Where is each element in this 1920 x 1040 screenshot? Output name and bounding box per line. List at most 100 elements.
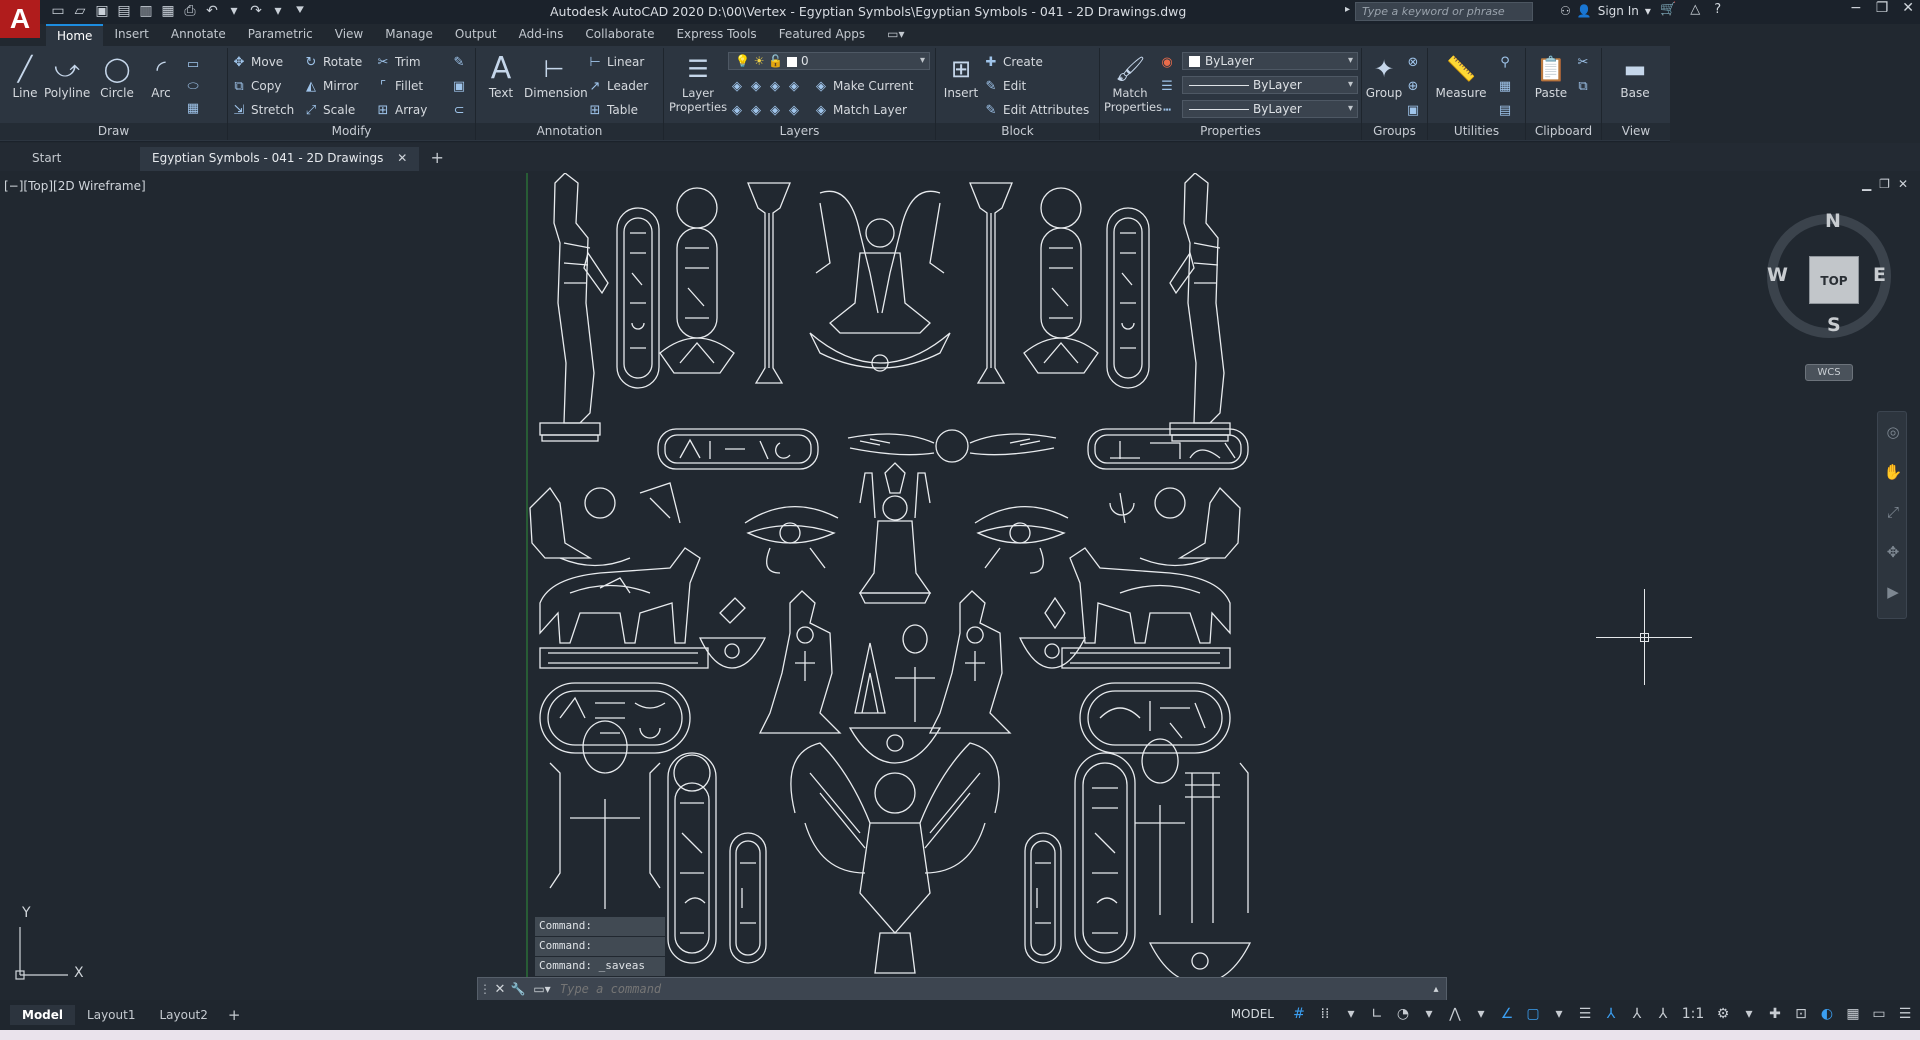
cut-icon[interactable]: ✂ bbox=[1576, 52, 1590, 72]
polar-icon[interactable]: ◔ bbox=[1394, 1004, 1412, 1024]
calculator-icon[interactable]: ▤ bbox=[1498, 100, 1512, 120]
tab-output[interactable]: Output bbox=[444, 24, 508, 46]
tab-express-tools[interactable]: Express Tools bbox=[665, 24, 767, 46]
tab-model[interactable]: Model bbox=[10, 1005, 76, 1025]
utilities-panel-title[interactable]: Utilities bbox=[1428, 123, 1525, 140]
draw-panel-title[interactable]: Draw bbox=[0, 123, 227, 140]
tab-drawing[interactable]: Egyptian Symbols - 041 - 2D Drawings ✕ bbox=[140, 147, 420, 171]
close-tab-icon[interactable]: ✕ bbox=[397, 151, 407, 165]
layer-properties-button[interactable]: ☰ Layer Properties bbox=[668, 54, 728, 114]
explode-icon[interactable]: ▣ bbox=[452, 76, 466, 96]
steering-wheel-icon[interactable]: ◎ bbox=[1878, 412, 1908, 452]
new-file-icon[interactable]: ▭ bbox=[50, 2, 66, 20]
edit-block-button[interactable]: ✎ Edit bbox=[984, 76, 1027, 96]
isodraft-dropdown-icon[interactable]: ▾ bbox=[1472, 1004, 1490, 1024]
wcs-menu[interactable]: WCS bbox=[1805, 364, 1853, 381]
command-line-grip-icon[interactable]: ⋮ bbox=[478, 982, 492, 996]
layers-panel-title[interactable]: Layers bbox=[664, 123, 935, 140]
copy-clip-icon[interactable]: ⧉ bbox=[1576, 76, 1590, 96]
linetype-icon[interactable]: ┅ bbox=[1160, 100, 1174, 120]
redo-icon[interactable]: ↷ bbox=[248, 2, 264, 20]
grid-icon[interactable]: # bbox=[1290, 1004, 1308, 1024]
viewcube-south[interactable]: S bbox=[1827, 314, 1841, 336]
tab-annotate[interactable]: Annotate bbox=[160, 24, 237, 46]
copy-button[interactable]: ⧉ Copy bbox=[232, 76, 281, 96]
viewcube-north[interactable]: N bbox=[1825, 210, 1841, 232]
add-layout-button[interactable]: + bbox=[220, 1003, 249, 1027]
annotation-scale-icon[interactable]: ⅄ bbox=[1654, 1004, 1672, 1024]
viewcube-top-face[interactable]: TOP bbox=[1809, 256, 1859, 304]
ellipse-icon[interactable]: ⬭ bbox=[186, 76, 200, 96]
modify-panel-title[interactable]: Modify bbox=[228, 123, 475, 140]
web-mobile-save-icon[interactable]: ▦ bbox=[160, 2, 176, 20]
object-snap-tracking-icon[interactable]: ∠ bbox=[1498, 1004, 1516, 1024]
save-as-icon[interactable]: ▤ bbox=[116, 2, 132, 20]
tab-layout1[interactable]: Layout1 bbox=[75, 1005, 147, 1025]
units-icon[interactable]: ⊡ bbox=[1792, 1004, 1810, 1024]
search-expand-icon[interactable]: ▸ bbox=[1345, 4, 1350, 15]
open-folder-icon[interactable]: ▱ bbox=[72, 2, 88, 20]
layer-tools-row1[interactable]: ◈ ◈ ◈ ◈ bbox=[730, 76, 801, 96]
block-panel-title[interactable]: Block bbox=[936, 123, 1099, 140]
new-tab-button[interactable]: + bbox=[425, 147, 449, 171]
match-properties-button[interactable]: 🖌 Match Properties bbox=[1104, 54, 1162, 114]
restore-icon[interactable]: ❐ bbox=[1876, 0, 1889, 16]
fillet-button[interactable]: ⌜ Fillet bbox=[376, 76, 423, 96]
lineweight-toggle-icon[interactable]: ☰ bbox=[1576, 1004, 1594, 1024]
group-select-icon[interactable]: ▣ bbox=[1406, 100, 1420, 120]
tab-view[interactable]: View bbox=[324, 24, 374, 46]
viewcube-east[interactable]: E bbox=[1873, 264, 1886, 286]
annotation-monitor-icon[interactable]: ✚ bbox=[1766, 1004, 1784, 1024]
match-layer-button[interactable]: ◈ Match Layer bbox=[814, 100, 907, 120]
clipboard-panel-title[interactable]: Clipboard bbox=[1526, 123, 1601, 140]
model-space-toggle[interactable]: MODEL bbox=[1231, 1007, 1274, 1021]
ribbon-view-toggle-icon[interactable]: ▭▾ bbox=[876, 24, 915, 46]
tab-start[interactable]: Start bbox=[20, 147, 140, 171]
viewport-controls-label[interactable]: [−][Top][2D Wireframe] bbox=[4, 179, 146, 193]
array-button[interactable]: ⊞ Array bbox=[376, 100, 428, 120]
plot-icon[interactable]: ⎙ bbox=[182, 2, 198, 20]
rectangle-icon[interactable]: ▭ bbox=[186, 54, 200, 74]
tab-parametric[interactable]: Parametric bbox=[237, 24, 324, 46]
layer-tools-row2[interactable]: ◈ ◈ ◈ ◈ bbox=[730, 100, 801, 120]
clean-screen-icon[interactable]: ▭ bbox=[1870, 1004, 1888, 1024]
line-button[interactable]: ╱ Line bbox=[2, 54, 48, 100]
command-history-toggle-icon[interactable]: ▴ bbox=[1426, 984, 1446, 995]
lineweight-dropdown[interactable]: ByLayer bbox=[1182, 100, 1358, 118]
text-button[interactable]: A Text bbox=[478, 54, 524, 101]
ortho-icon[interactable]: ∟ bbox=[1368, 1004, 1386, 1024]
tab-insert[interactable]: Insert bbox=[103, 24, 159, 46]
erase-icon[interactable]: ✎ bbox=[452, 52, 466, 72]
chevron-down-icon[interactable]: ▾ bbox=[1645, 4, 1651, 18]
rotate-button[interactable]: ↻ Rotate bbox=[304, 52, 363, 72]
viewcube[interactable]: N S E W TOP bbox=[1767, 210, 1891, 338]
pan-icon[interactable]: ✋ bbox=[1878, 452, 1908, 492]
help-icon[interactable]: ? bbox=[1714, 2, 1721, 17]
snap-dropdown-icon[interactable]: ▾ bbox=[1342, 1004, 1360, 1024]
tab-manage[interactable]: Manage bbox=[374, 24, 444, 46]
web-mobile-open-icon[interactable]: ▥ bbox=[138, 2, 154, 20]
auto-scale-icon[interactable]: ⅄ bbox=[1628, 1004, 1646, 1024]
tab-collaborate[interactable]: Collaborate bbox=[574, 24, 665, 46]
object-snap-dropdown-icon[interactable]: ▾ bbox=[1550, 1004, 1568, 1024]
sign-in-button[interactable]: ⚇ 👤 Sign In ▾ bbox=[1560, 4, 1651, 18]
command-line-close-icon[interactable]: ✕ bbox=[492, 982, 508, 997]
drawing-area[interactable]: [−][Top][2D Wireframe] ▁ ❐ ✕ N S E W TOP… bbox=[0, 171, 1920, 1001]
close-icon[interactable]: ✕ bbox=[1902, 0, 1914, 16]
stretch-button[interactable]: ⇲ Stretch bbox=[232, 100, 295, 120]
customize-qat-icon[interactable]: ⯆ bbox=[292, 2, 308, 20]
viewport-minimize-icon[interactable]: ▁ bbox=[1862, 177, 1871, 191]
tab-home[interactable]: Home bbox=[46, 24, 104, 46]
tab-layout2[interactable]: Layout2 bbox=[147, 1005, 219, 1025]
paste-button[interactable]: 📋 Paste bbox=[1528, 54, 1574, 100]
color-wheel-icon[interactable]: ◉ bbox=[1160, 52, 1174, 72]
customization-menu-icon[interactable]: ☰ bbox=[1896, 1004, 1914, 1024]
move-button[interactable]: ✥ Move bbox=[232, 52, 284, 72]
binoculars-icon[interactable]: ⚇ bbox=[1560, 4, 1571, 18]
egyptian-symbols-drawing[interactable] bbox=[520, 173, 1380, 999]
group-edit-icon[interactable]: ⊕ bbox=[1406, 76, 1420, 96]
undo-dropdown-icon[interactable]: ▾ bbox=[226, 2, 242, 20]
lineweight-icon[interactable]: ☰ bbox=[1160, 76, 1174, 96]
groups-panel-title[interactable]: Groups bbox=[1362, 123, 1427, 140]
insert-button[interactable]: ⊞ Insert bbox=[938, 54, 984, 100]
